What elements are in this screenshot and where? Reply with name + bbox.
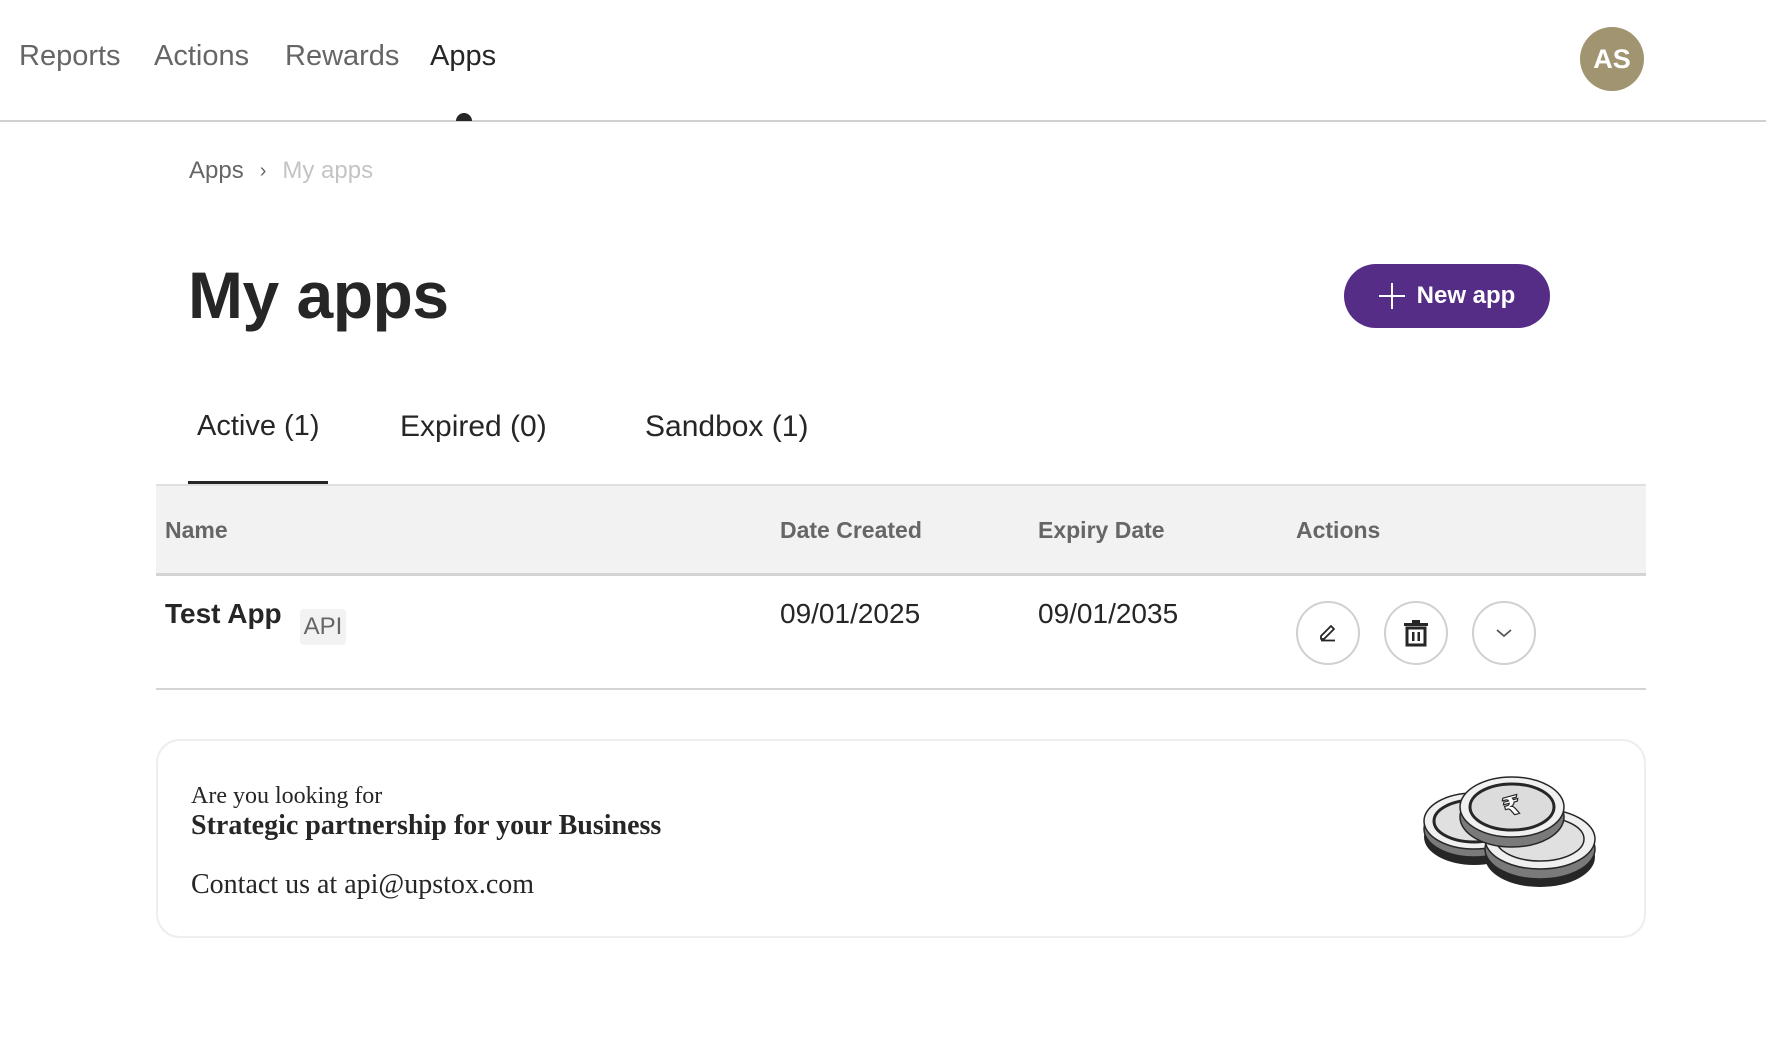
column-header-name: Name: [165, 517, 228, 543]
column-header-expiry-date: Expiry Date: [1038, 517, 1165, 543]
app-type-badge: API: [300, 609, 346, 645]
edit-app-button[interactable]: [1296, 601, 1360, 665]
contact-prefix: Contact us at: [191, 869, 345, 900]
app-status-tabs: Active (1) Expired (0) Sandbox (1): [156, 400, 1646, 485]
breadcrumb: Apps › My apps: [189, 157, 373, 185]
contact-email-link[interactable]: api@upstox.com: [344, 869, 534, 900]
nav-item-rewards[interactable]: Rewards: [285, 40, 399, 73]
trash-icon: [1404, 620, 1428, 647]
breadcrumb-apps[interactable]: Apps: [189, 157, 244, 185]
app-date-created: 09/01/2025: [780, 598, 921, 629]
app-expiry-date: 09/01/2035: [1038, 598, 1179, 629]
delete-app-button[interactable]: [1384, 601, 1448, 665]
new-app-label: New app: [1416, 282, 1516, 309]
breadcrumb-current: My apps: [282, 157, 374, 184]
nav-item-reports[interactable]: Reports: [19, 40, 121, 73]
nav-item-apps[interactable]: Apps: [430, 40, 496, 73]
tab-expired[interactable]: Expired (0): [400, 410, 547, 444]
column-header-date-created: Date Created: [780, 517, 922, 543]
apps-table: Name Date Created Expiry Date Actions Te…: [156, 484, 1646, 690]
top-navigation: Reports Actions Rewards Apps AS: [0, 0, 1766, 122]
edit-icon: [1320, 625, 1335, 642]
expand-row-button[interactable]: [1472, 601, 1536, 665]
promo-title: Strategic partnership for your Business: [191, 810, 662, 841]
promo-subtitle: Are you looking for: [191, 783, 383, 809]
chevron-down-icon: [1496, 629, 1512, 638]
rupee-coins-icon: ₹: [1423, 776, 1596, 887]
plus-icon: [1378, 283, 1405, 309]
user-avatar[interactable]: AS: [1580, 27, 1644, 91]
partnership-promo-card: Are you looking for Strategic partnershi…: [156, 739, 1646, 938]
column-header-actions: Actions: [1296, 517, 1381, 543]
app-name: Test App: [165, 598, 282, 629]
new-app-button[interactable]: New app: [1344, 264, 1550, 328]
table-row: Test App API 09/01/2025 09/01/2035: [156, 576, 1646, 690]
active-nav-indicator: [456, 113, 472, 121]
breadcrumb-separator-icon: ›: [259, 159, 267, 182]
promo-contact: Contact us at api@upstox.com: [191, 869, 534, 901]
page-title: My apps: [188, 258, 449, 332]
table-header: Name Date Created Expiry Date Actions: [156, 484, 1646, 576]
tab-active[interactable]: Active (1): [197, 410, 319, 443]
nav-item-actions[interactable]: Actions: [154, 40, 249, 73]
tab-sandbox[interactable]: Sandbox (1): [645, 410, 808, 444]
